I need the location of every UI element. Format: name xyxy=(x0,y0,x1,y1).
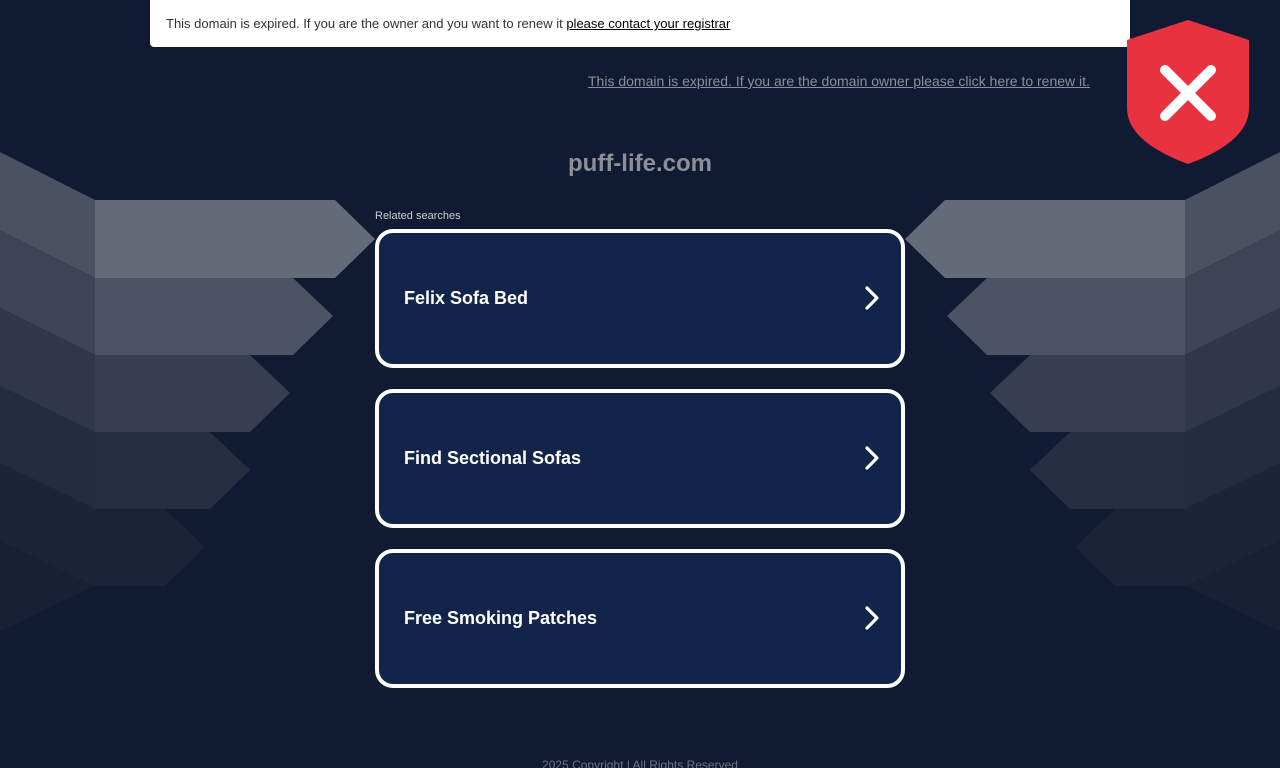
related-search-card[interactable]: Find Sectional Sofas xyxy=(375,389,905,528)
expired-notice-bar: This domain is expired. If you are the o… xyxy=(150,0,1130,47)
chevron-right-icon xyxy=(865,606,879,630)
parked-domain-page: This domain is expired. If you are the o… xyxy=(0,0,1280,768)
chevron-right-icon xyxy=(865,446,879,470)
domain-title: puff-life.com xyxy=(568,150,712,177)
renew-domain-link[interactable]: This domain is expired. If you are the d… xyxy=(588,73,1090,89)
footer-copyright: 2025 Copyright | All Rights Reserved xyxy=(542,758,738,768)
shield-x-icon xyxy=(1127,20,1249,164)
chevron-right-icon xyxy=(865,286,879,310)
related-search-card[interactable]: Free Smoking Patches xyxy=(375,549,905,688)
related-search-label: Find Sectional Sofas xyxy=(404,448,582,468)
contact-registrar-link[interactable]: please contact your registrar xyxy=(566,16,730,31)
related-search-label: Felix Sofa Bed xyxy=(404,288,529,308)
expired-notice-text: This domain is expired. If you are the o… xyxy=(166,16,567,31)
related-searches-label: Related searches xyxy=(375,210,461,222)
related-search-label: Free Smoking Patches xyxy=(404,608,598,628)
related-search-card[interactable]: Felix Sofa Bed xyxy=(375,229,905,368)
